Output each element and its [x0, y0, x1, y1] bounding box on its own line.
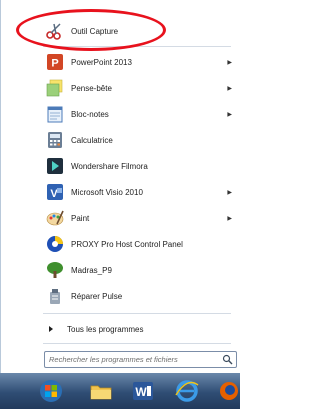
taskbar-word-button[interactable]: W: [124, 375, 162, 407]
menu-item-label: PowerPoint 2013: [71, 57, 132, 67]
menu-item-bloc-notes[interactable]: Bloc-notes ▶: [37, 101, 235, 127]
menu-item-paint[interactable]: Paint ▶: [37, 205, 235, 231]
menu-item-label: Paint: [71, 213, 90, 223]
calculator-icon: [48, 132, 62, 148]
menu-item-madras[interactable]: Madras_P9: [37, 257, 235, 283]
taskbar: W: [0, 373, 240, 409]
filmora-icon: [47, 158, 63, 174]
svg-text:P: P: [51, 58, 58, 70]
menu-item-label: PROXY Pro Host Control Panel: [71, 239, 183, 249]
submenu-arrow-icon: ▶: [227, 215, 232, 222]
taskbar-explorer-button[interactable]: [82, 375, 120, 407]
magnifier-icon[interactable]: [222, 354, 233, 365]
submenu-arrow-icon: ▶: [227, 85, 232, 92]
visio-icon: V: [47, 184, 63, 200]
start-menu: Outil Capture P PowerPoint 2013 ▶ Pense-…: [0, 0, 241, 373]
all-programs-label: Tous les programmes: [67, 324, 144, 334]
tree-icon: [47, 262, 63, 278]
firefox-icon: [220, 382, 238, 400]
menu-item-reparer-pulse[interactable]: Réparer Pulse: [37, 283, 235, 309]
scissors-icon: [46, 23, 61, 40]
menu-item-label: Calculatrice: [71, 135, 113, 145]
repair-icon: [50, 289, 60, 304]
menu-item-label: Réparer Pulse: [71, 291, 123, 301]
search-box[interactable]: [44, 351, 237, 368]
menu-item-label: Outil Capture: [71, 26, 119, 36]
word-icon: W: [133, 382, 153, 400]
menu-item-powerpoint[interactable]: P PowerPoint 2013 ▶: [37, 49, 235, 75]
menu-item-outil-capture[interactable]: Outil Capture: [37, 18, 235, 44]
sticky-notes-icon: [46, 79, 63, 97]
menu-item-label: Madras_P9: [71, 265, 112, 275]
powerpoint-icon: P: [47, 54, 63, 70]
submenu-arrow-icon: ▶: [227, 111, 232, 118]
submenu-arrow-icon: ▶: [227, 189, 232, 196]
all-programs-button[interactable]: Tous les programmes: [37, 319, 235, 339]
menu-divider: [43, 343, 231, 344]
triangle-right-icon: [49, 326, 53, 332]
svg-text:W: W: [135, 385, 147, 399]
submenu-arrow-icon: ▶: [227, 59, 232, 66]
menu-item-label: Pense-bête: [71, 83, 112, 93]
proxy-icon: [47, 236, 63, 252]
paint-icon: [46, 210, 64, 226]
menu-divider: [43, 313, 231, 314]
menu-divider: [43, 46, 231, 47]
explorer-icon: [90, 385, 112, 400]
menu-item-visio[interactable]: V Microsoft Visio 2010 ▶: [37, 179, 235, 205]
search-input[interactable]: [47, 352, 219, 367]
taskbar-firefox-button[interactable]: [212, 375, 240, 407]
start-orb-icon: [40, 380, 62, 402]
menu-item-label: Bloc-notes: [71, 109, 109, 119]
internet-explorer-icon: [175, 380, 199, 402]
menu-item-label: Microsoft Visio 2010: [71, 187, 143, 197]
menu-item-calculatrice[interactable]: Calculatrice: [37, 127, 235, 153]
menu-item-proxy[interactable]: PROXY Pro Host Control Panel: [37, 231, 235, 257]
notepad-icon: [47, 106, 63, 123]
start-button[interactable]: [32, 375, 70, 407]
taskbar-ie-button[interactable]: [168, 375, 206, 407]
menu-item-filmora[interactable]: Wondershare Filmora: [37, 153, 235, 179]
menu-item-pense-bete[interactable]: Pense-bête ▶: [37, 75, 235, 101]
menu-item-label: Wondershare Filmora: [71, 161, 148, 171]
